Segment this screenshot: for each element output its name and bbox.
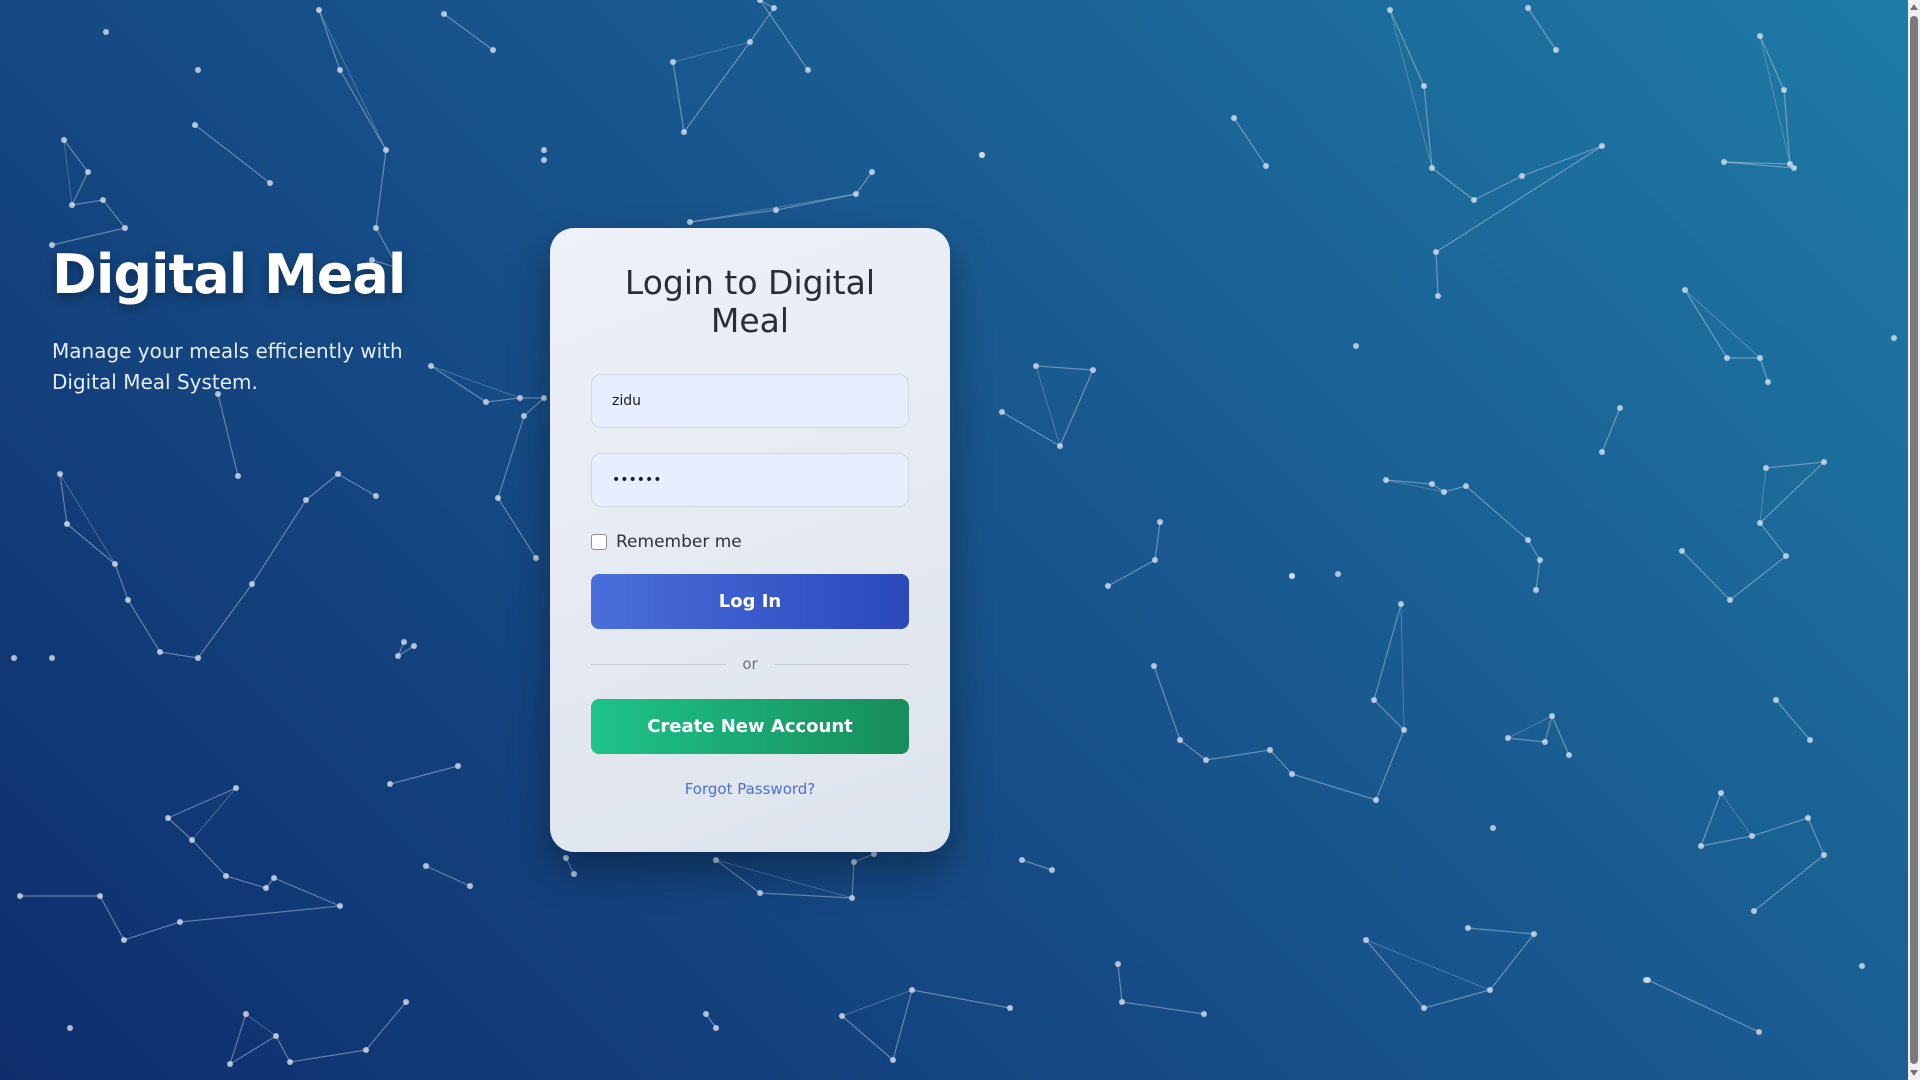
- create-account-button[interactable]: Create New Account: [591, 699, 909, 754]
- remember-me-checkbox[interactable]: [591, 534, 607, 550]
- scroll-up-arrow-icon[interactable]: [1910, 4, 1918, 10]
- login-title: Login to Digital Meal: [624, 263, 876, 340]
- hero-section: Digital Meal Manage your meals efficient…: [52, 236, 472, 398]
- login-button[interactable]: Log In: [591, 574, 909, 629]
- divider-line-right: [773, 663, 910, 665]
- background-network: [11, 0, 1897, 1067]
- brand-title: Digital Meal: [52, 243, 406, 306]
- scroll-down-arrow-icon[interactable]: [1910, 1070, 1918, 1076]
- login-card: Login to Digital Meal Remember me Log In…: [550, 228, 950, 852]
- remember-me-label: Remember me: [616, 532, 742, 552]
- scrollbar[interactable]: [1908, 0, 1920, 1080]
- scroll-thumb[interactable]: [1910, 16, 1918, 1064]
- password-field[interactable]: [591, 453, 909, 507]
- remember-me-row[interactable]: Remember me: [591, 531, 909, 553]
- username-field[interactable]: [591, 374, 909, 428]
- brand-tagline: Manage your meals efficiently with Digit…: [52, 339, 403, 394]
- or-divider: or: [591, 629, 910, 699]
- divider-line-left: [591, 663, 727, 665]
- divider-text: or: [742, 655, 758, 673]
- forgot-password-link[interactable]: Forgot Password?: [591, 780, 909, 798]
